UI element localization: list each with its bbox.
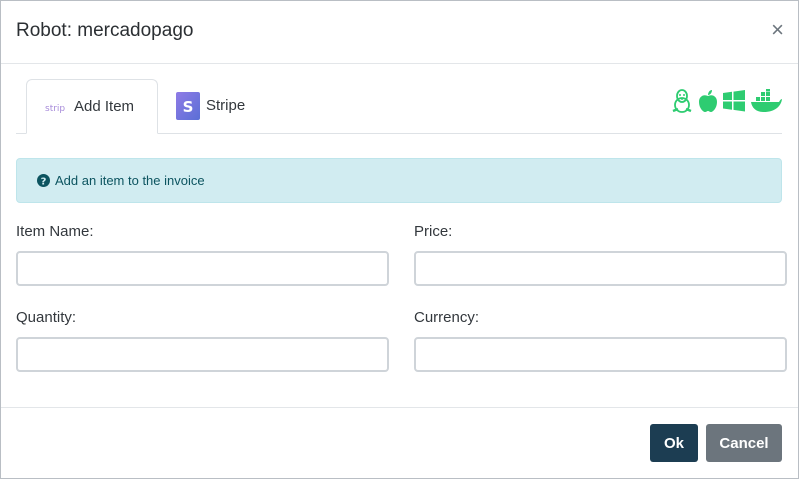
tab-add-item-label: Add Item — [74, 98, 135, 115]
tab-stripe[interactable]: S Stripe — [176, 79, 245, 132]
os-icons — [671, 89, 782, 118]
svg-text:stripe: stripe — [45, 104, 65, 114]
ok-button[interactable]: Ok — [650, 424, 698, 462]
svg-text:?: ? — [41, 177, 47, 188]
linux-icon — [671, 89, 693, 118]
currency-input[interactable] — [414, 337, 787, 372]
svg-text:S: S — [183, 98, 194, 116]
quantity-label: Quantity: — [16, 309, 77, 326]
modal-title: Robot: mercadopago — [16, 20, 194, 41]
tab-stripe-label: Stripe — [206, 97, 246, 114]
item-name-input[interactable] — [16, 251, 389, 286]
price-label: Price: — [414, 223, 453, 240]
close-icon[interactable]: × — [771, 18, 784, 42]
docker-icon — [750, 89, 782, 118]
currency-label: Currency: — [414, 309, 480, 326]
info-alert: ? Add an item to the invoice — [16, 158, 782, 203]
item-name-label: Item Name: — [16, 223, 94, 240]
price-input[interactable] — [414, 251, 787, 286]
modal-header: Robot: mercadopago × — [1, 1, 798, 64]
alert-text: Add an item to the invoice — [55, 173, 205, 188]
windows-icon — [723, 90, 745, 117]
stripe-wordmark-icon: stripe — [45, 97, 65, 117]
cancel-button[interactable]: Cancel — [706, 424, 782, 462]
question-circle-icon: ? — [37, 174, 50, 187]
stripe-s-icon: S — [176, 91, 200, 120]
quantity-input[interactable] — [16, 337, 389, 372]
tab-bar: stripe Add Item S Stripe — [16, 79, 782, 134]
robot-modal: Robot: mercadopago × stripe Add Item — [0, 0, 799, 479]
modal-footer: Ok Cancel — [1, 407, 798, 479]
tab-add-item[interactable]: stripe Add Item — [26, 79, 158, 134]
apple-icon — [698, 89, 718, 118]
